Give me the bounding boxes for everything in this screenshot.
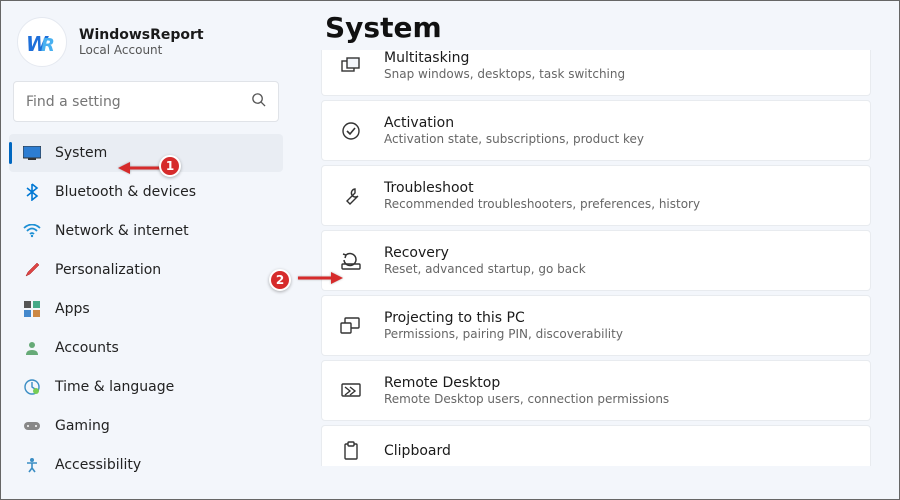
card-remote-desktop[interactable]: Remote Desktop Remote Desktop users, con…: [321, 360, 871, 421]
main-panel: System Multitasking Snap windows, deskto…: [291, 1, 899, 499]
bluetooth-icon: [23, 183, 41, 201]
sidebar-item-label: Gaming: [55, 418, 110, 434]
profile-account-type: Local Account: [79, 43, 204, 57]
profile-name: WindowsReport: [79, 27, 204, 43]
remote-desktop-icon: [340, 380, 362, 402]
card-recovery[interactable]: Recovery Reset, advanced startup, go bac…: [321, 230, 871, 291]
card-title: Projecting to this PC: [384, 310, 623, 326]
sidebar-item-label: Network & internet: [55, 223, 189, 239]
sidebar-item-time-language[interactable]: Time & language: [9, 368, 283, 406]
system-icon: [23, 144, 41, 162]
sidebar-item-accessibility[interactable]: Accessibility: [9, 446, 283, 484]
card-desc: Reset, advanced startup, go back: [384, 262, 586, 276]
sidebar-item-bluetooth[interactable]: Bluetooth & devices: [9, 173, 283, 211]
card-title: Clipboard: [384, 443, 451, 459]
accessibility-icon: [23, 456, 41, 474]
page-title: System: [325, 11, 871, 44]
sidebar-item-label: Accessibility: [55, 457, 141, 473]
sidebar-item-label: Personalization: [55, 262, 161, 278]
card-desc: Activation state, subscriptions, product…: [384, 132, 644, 146]
multitasking-icon: [340, 55, 362, 77]
nav-list: System Bluetooth & devices Network & int…: [9, 134, 283, 484]
card-desc: Recommended troubleshooters, preferences…: [384, 197, 700, 211]
recovery-icon: [340, 250, 362, 272]
checkmark-circle-icon: [340, 120, 362, 142]
search-input[interactable]: [26, 94, 226, 110]
avatar-logo-icon: W R: [24, 24, 60, 60]
annotation-step-1: 1: [159, 155, 181, 177]
card-clipboard[interactable]: Clipboard: [321, 425, 871, 466]
card-title: Multitasking: [384, 50, 625, 66]
apps-icon: [23, 300, 41, 318]
svg-text:R: R: [41, 35, 55, 56]
brush-icon: [23, 261, 41, 279]
clipboard-icon: [340, 440, 362, 462]
card-desc: Permissions, pairing PIN, discoverabilit…: [384, 327, 623, 341]
search-box[interactable]: [13, 81, 279, 122]
sidebar-item-label: Time & language: [55, 379, 174, 395]
card-desc: Snap windows, desktops, task switching: [384, 67, 625, 81]
card-desc: Remote Desktop users, connection permiss…: [384, 392, 669, 406]
globe-clock-icon: [23, 378, 41, 396]
card-title: Troubleshoot: [384, 180, 700, 196]
card-title: Activation: [384, 115, 644, 131]
sidebar-item-gaming[interactable]: Gaming: [9, 407, 283, 445]
card-title: Remote Desktop: [384, 375, 669, 391]
sidebar-item-apps[interactable]: Apps: [9, 290, 283, 328]
sidebar: W R WindowsReport Local Account System: [1, 1, 291, 499]
card-troubleshoot[interactable]: Troubleshoot Recommended troubleshooters…: [321, 165, 871, 226]
wifi-icon: [23, 222, 41, 240]
sidebar-item-network[interactable]: Network & internet: [9, 212, 283, 250]
card-projecting[interactable]: Projecting to this PC Permissions, pairi…: [321, 295, 871, 356]
sidebar-item-personalization[interactable]: Personalization: [9, 251, 283, 289]
profile-block[interactable]: W R WindowsReport Local Account: [9, 11, 283, 81]
card-activation[interactable]: Activation Activation state, subscriptio…: [321, 100, 871, 161]
gamepad-icon: [23, 417, 41, 435]
sidebar-item-label: Apps: [55, 301, 90, 317]
settings-list: Multitasking Snap windows, desktops, tas…: [321, 50, 871, 466]
card-multitasking[interactable]: Multitasking Snap windows, desktops, tas…: [321, 50, 871, 96]
sidebar-item-label: Accounts: [55, 340, 119, 356]
projecting-icon: [340, 315, 362, 337]
card-title: Recovery: [384, 245, 586, 261]
wrench-icon: [340, 185, 362, 207]
sidebar-item-label: Bluetooth & devices: [55, 184, 196, 200]
person-icon: [23, 339, 41, 357]
annotation-step-2: 2: [269, 269, 291, 291]
avatar: W R: [17, 17, 67, 67]
sidebar-item-label: System: [55, 145, 107, 161]
sidebar-item-accounts[interactable]: Accounts: [9, 329, 283, 367]
search-icon: [251, 92, 266, 111]
sidebar-item-system[interactable]: System: [9, 134, 283, 172]
